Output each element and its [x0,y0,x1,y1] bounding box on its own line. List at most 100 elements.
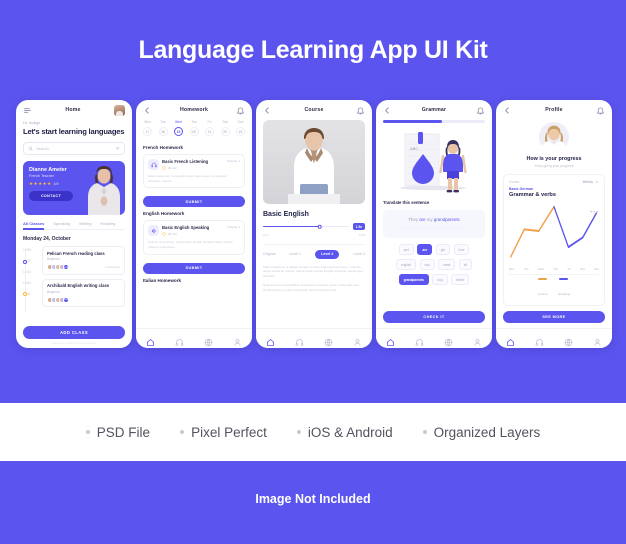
word-chip-sit[interactable]: sit [458,259,473,270]
bell-icon[interactable] [476,106,485,115]
word-chip-meet[interactable]: meet [438,259,456,270]
nav-globe-icon[interactable] [324,334,333,347]
add-class-button[interactable]: ADD CLASS [23,326,125,339]
day-sat[interactable]: Sat 22 [220,120,230,136]
contact-button[interactable]: CONTACT [29,191,73,202]
chip-row-2: english boy meet sit [383,259,485,270]
word-chip-girl[interactable]: girl [435,244,451,255]
arrow-left-icon[interactable] [263,106,272,115]
class-card[interactable]: Pelican French reading class Beginner +1… [42,246,125,275]
homework-card[interactable]: Basic French Listening Chapter 4 30 min … [143,154,245,189]
home-title: Home [65,107,81,113]
tab-speaking[interactable]: Speaking [53,221,70,226]
nav-home-icon[interactable] [386,334,395,346]
progress-fill [263,225,320,228]
search-input[interactable]: Search [23,142,125,155]
day-thu[interactable]: Thu 20 [189,120,199,136]
search-icon [28,146,33,151]
timeline-times: 10:00 11:00 12:00 13:00 14:00 [23,248,31,296]
playback-speed[interactable]: 1.5x [352,223,365,231]
avatar[interactable] [114,104,125,116]
profile-avatar[interactable] [539,122,569,152]
bell-icon[interactable] [356,106,365,115]
course-name: Basic English [263,211,309,218]
day-tue[interactable]: Tue 18 [158,120,168,136]
level-original[interactable]: Original [263,252,275,256]
level-1[interactable]: Level 1 [289,252,301,256]
tab-all-classes[interactable]: All Classes [23,221,45,230]
timeline-dot-2 [23,292,27,296]
teacher-card[interactable]: Dianne Ameter French Teacher ★ ★ ★ ★ ★ 4.9 C… [23,161,125,215]
chevron-down-icon [595,181,599,183]
search-placeholder: Search [36,146,49,151]
hamburger-icon[interactable] [23,106,32,115]
day-wed[interactable]: Wed 19 [174,120,183,136]
word-chip-father[interactable]: father [451,274,470,285]
arrow-left-icon[interactable] [503,106,512,115]
bottom-nav [376,328,492,348]
progress-knob[interactable] [317,224,322,229]
word-chip-dog[interactable]: dog [432,274,448,285]
section-title-italian: Italian Homework [143,277,182,283]
attendee-more: +12 [63,264,69,270]
arrow-left-icon[interactable] [383,106,392,115]
bottom-nav [136,328,252,348]
nav-home-icon[interactable] [266,334,275,346]
word-chip-english[interactable]: english [395,259,417,270]
nav-globe-icon[interactable] [444,334,453,347]
nav-home-icon[interactable] [506,334,515,346]
series-speaking [553,205,597,249]
schedule-date: Monday 24, October [23,236,71,242]
attendee-avatars: +12 [47,264,69,270]
nav-globe-icon[interactable] [564,334,573,347]
nav-person-icon[interactable] [353,334,362,346]
tab-writing[interactable]: Writing [79,221,91,226]
word-chip-how[interactable]: how [453,244,470,255]
nav-headphones-icon[interactable] [295,334,304,346]
bell-icon[interactable] [236,106,245,115]
level-3[interactable]: Level 3 [353,252,365,256]
phone-screen-course: Course Basic English 1.5x 3:17 5:44 Orig… [256,100,372,348]
word-chip-grandparents[interactable]: grandparents [398,274,429,285]
video-progress[interactable]: 1.5x [263,223,365,231]
filter-icon[interactable] [115,146,120,151]
series-course [510,205,555,258]
submit-button[interactable]: SUBMIT [143,262,245,274]
tab-reading[interactable]: Reading [100,221,115,226]
nav-headphones-icon[interactable] [535,334,544,346]
period-select[interactable]: Weekly [583,180,599,184]
progress-track[interactable] [263,224,349,229]
nav-person-icon[interactable] [233,334,242,346]
bell-icon[interactable] [596,106,605,115]
nav-person-icon[interactable] [593,334,602,346]
tick-mon: Mon [509,267,515,272]
chip-row-3: grandparents dog father [383,274,485,285]
word-chip-and[interactable]: and [398,244,414,255]
nav-headphones-icon[interactable] [175,334,184,346]
day-mon[interactable]: Mon 17 [143,120,152,136]
nav-headphones-icon[interactable] [415,334,424,346]
nav-globe-icon[interactable] [204,334,213,347]
course-video-player[interactable] [263,120,365,204]
answer-blanks: ........................................ [400,226,468,230]
nav-home-icon[interactable] [146,334,155,346]
word-chip-boy[interactable]: boy [419,259,435,270]
homework-chapter: Chapter 4 [226,159,240,163]
see-more-button[interactable]: SEE MORE [503,311,605,323]
arrow-left-icon[interactable] [143,106,152,115]
week-day-selector: Mon 17 Tue 18 Wed 19 Thu 20 Fri 21 Sat 22 Sun 2… [143,120,245,136]
day-fri[interactable]: Fri 21 [205,120,214,136]
class-timeline: 10:00 11:00 12:00 13:00 14:00 Pelican Fr… [23,246,125,322]
class-level: Beginner [47,257,60,261]
homework-card[interactable]: Basic English Speaking Chapter 3 30 min … [143,220,245,255]
submit-button[interactable]: SUBMIT [143,196,245,208]
level-2[interactable]: Level 2 [315,249,340,259]
nav-person-icon[interactable] [473,334,482,346]
day-sun[interactable]: Sun 23 [236,120,245,136]
check-it-button[interactable]: CHECK IT [383,311,485,323]
homework-duration: 30 min [162,232,240,236]
homework-lesson: Basic French Listening [162,159,209,164]
class-card[interactable]: Archibald English writing class Beginner… [42,278,125,307]
course-paragraph: Nulla sit amet lectus finibus, imperdiet… [263,283,360,292]
word-chip-are[interactable]: are [417,244,433,255]
